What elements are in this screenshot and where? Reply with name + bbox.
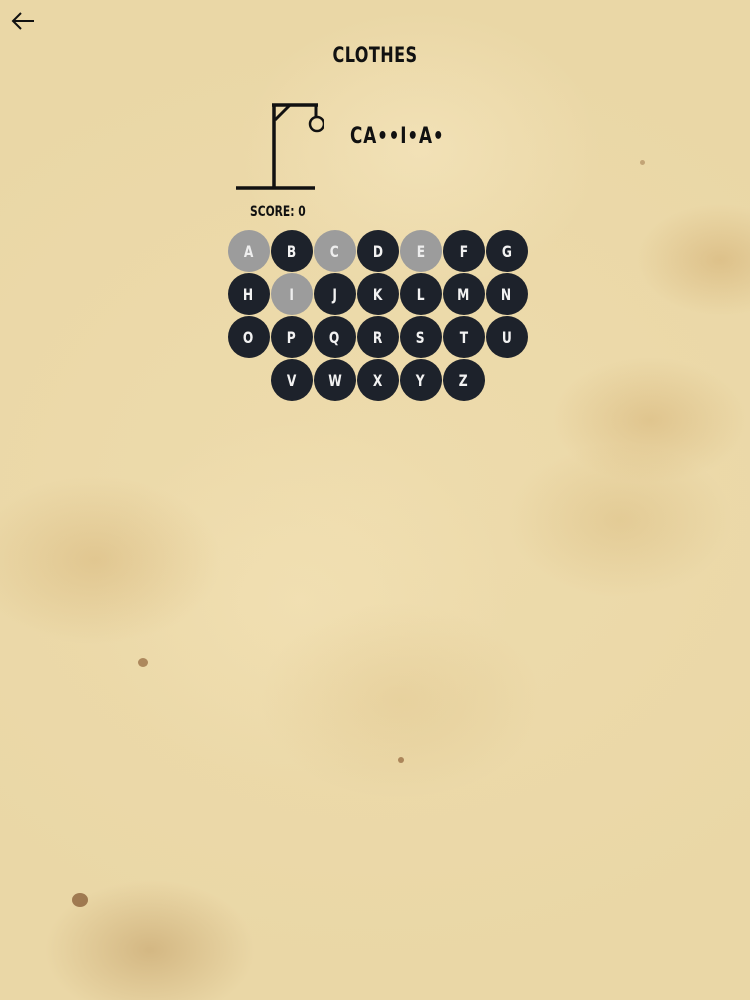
letter-button-k[interactable]: K [356,273,399,315]
word-progress: CA••I•A• [350,124,445,149]
letter-button-b[interactable]: B [270,230,313,272]
letter-row: V W X Y Z [227,359,528,401]
letter-label: L [416,284,425,304]
letter-button-a[interactable]: A [227,230,270,272]
score-value: 0 [298,204,306,220]
letter-label: F [459,241,468,261]
letter-button-y[interactable]: Y [399,359,442,401]
paper-stain [640,160,645,165]
letter-label: Q [329,327,340,347]
letter-button-t[interactable]: T [442,316,485,358]
letter-label: Y [416,370,425,390]
letter-button-n[interactable]: N [485,273,528,315]
letter-label: K [372,284,383,304]
letter-button-p[interactable]: P [270,316,313,358]
paper-stain [72,893,88,907]
score-display: SCORE: 0 [250,204,306,220]
letter-label: E [416,241,425,261]
letter-button-v[interactable]: V [270,359,313,401]
letter-label: N [501,284,512,304]
letter-button-o[interactable]: O [227,316,270,358]
letter-button-f[interactable]: F [442,230,485,272]
letter-button-h[interactable]: H [227,273,270,315]
letter-label: W [327,370,342,390]
gallows-icon [234,100,326,196]
letter-keyboard: A B C D E F G H I J K L M N O P Q R S T U V W X Y Z [227,230,528,402]
letter-button-d[interactable]: D [356,230,399,272]
arrow-left-icon [11,12,34,30]
letter-button-u[interactable]: U [485,316,528,358]
letter-button-e[interactable]: E [399,230,442,272]
letter-label: X [372,370,383,390]
letter-label: T [459,327,468,347]
letter-label: Z [459,370,468,390]
letter-button-j[interactable]: J [313,273,356,315]
letter-button-x[interactable]: X [356,359,399,401]
letter-label: H [243,284,254,304]
paper-stain [138,658,148,667]
letter-button-z[interactable]: Z [442,359,485,401]
letter-button-l[interactable]: L [399,273,442,315]
letter-button-q[interactable]: Q [313,316,356,358]
letter-button-i[interactable]: I [270,273,313,315]
letter-label: B [286,241,297,261]
category-title: CLOTHES [332,43,418,67]
letter-button-w[interactable]: W [313,359,356,401]
letter-label: G [501,241,512,261]
letter-label: R [372,327,383,347]
letter-button-s[interactable]: S [399,316,442,358]
letter-label: P [287,327,296,347]
letter-row: O P Q R S T U [227,316,528,358]
letter-label: V [286,370,297,390]
letter-button-r[interactable]: R [356,316,399,358]
back-button[interactable] [8,6,38,36]
letter-label: O [243,327,254,347]
letter-label: S [416,327,425,347]
score-label: SCORE: [250,204,295,220]
letter-button-g[interactable]: G [485,230,528,272]
letter-label: I [289,284,294,304]
letter-row: H I J K L M N [227,273,528,315]
letter-label: U [501,327,512,347]
letter-button-m[interactable]: M [442,273,485,315]
paper-stain [398,757,404,763]
letter-button-c[interactable]: C [313,230,356,272]
letter-label: A [243,241,254,261]
letter-label: M [457,284,470,304]
letter-label: D [372,241,383,261]
letter-label: C [330,241,339,261]
letter-row: A B C D E F G [227,230,528,272]
letter-label: J [332,284,337,304]
